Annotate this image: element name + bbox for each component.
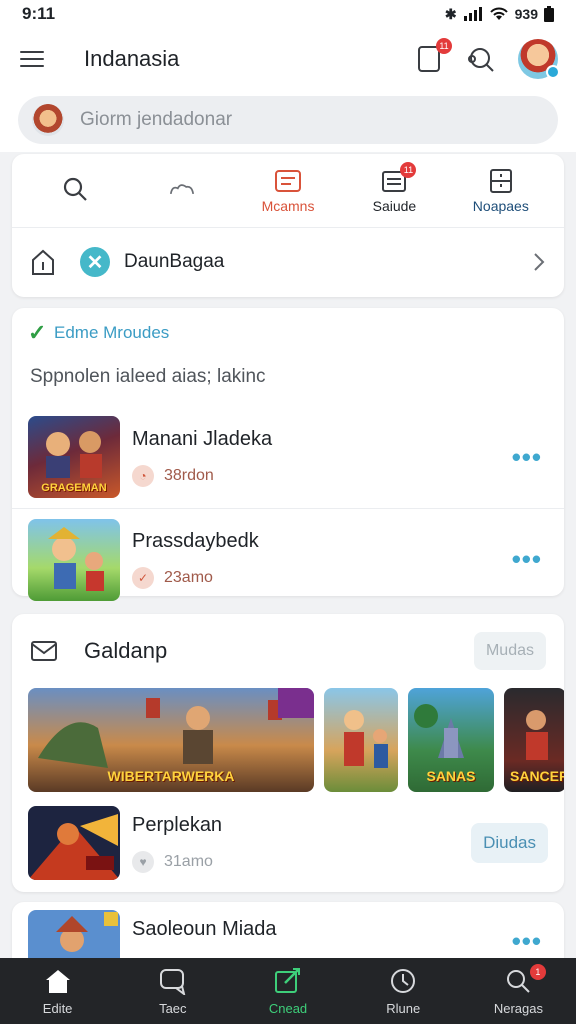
shortcut-label: DaunBagaa	[124, 251, 225, 272]
nav-item-mcamns[interactable]: Mcamns	[235, 168, 341, 214]
search-avatar	[32, 104, 64, 136]
gallery-more-button[interactable]: Mudas	[473, 632, 546, 670]
bottom-nav-neragas[interactable]: 1 Neragas	[461, 958, 576, 1024]
gallery-carousel[interactable]: WIBERTARWERKA SANAS SANCER	[12, 688, 564, 792]
heart-icon: ♥	[132, 850, 154, 873]
more-options-icon[interactable]: •••	[506, 926, 548, 957]
home-outline-icon	[32, 249, 54, 275]
list-item[interactable]: Perplekan ♥ 31amo Diudas	[12, 796, 564, 890]
search-placeholder: Giorm jendadonar	[80, 109, 233, 130]
user-avatar[interactable]	[518, 39, 560, 79]
bottom-nav-cnead[interactable]: Cnead	[230, 958, 345, 1024]
nav-item-search[interactable]	[22, 176, 128, 206]
saiude-badge: 11	[400, 161, 417, 178]
game-thumbnail	[28, 806, 120, 880]
quick-nav-row: Mcamns 11 Saiude Noapaes	[12, 154, 564, 228]
gallery-tile[interactable]	[324, 688, 398, 792]
cloud-icon	[169, 183, 194, 194]
compose-icon	[275, 967, 300, 993]
bottom-nav-edite[interactable]: Edite	[0, 958, 115, 1024]
bluetooth-icon: ✱	[444, 5, 457, 22]
item-title: Manani Jladeka	[132, 427, 273, 450]
gallery-title: Galdanp	[84, 638, 168, 663]
notifications-button[interactable]: 11	[414, 38, 452, 74]
search-icon	[507, 969, 531, 993]
item-title: Saoleoun Miada	[132, 918, 277, 940]
item-action-button[interactable]: Diudas	[471, 823, 548, 863]
gallery-tile[interactable]: WIBERTARWERKA	[28, 688, 314, 792]
nav-label-mcamns: Mcamns	[261, 197, 315, 214]
list-item[interactable]: Prassdaybedk ✓ 23amo •••	[12, 508, 564, 610]
status-time: 9:11	[22, 4, 56, 23]
section-subtitle: Sppnolen ialeed aias; lakinc	[30, 366, 266, 387]
check-circle-icon: ✓	[132, 567, 154, 589]
people-search-icon	[468, 48, 494, 72]
gallery-tile[interactable]: SANAS	[408, 688, 494, 792]
nav-item-cloud[interactable]	[128, 176, 234, 206]
nav-item-saiude[interactable]: 11 Saiude	[341, 161, 447, 214]
signal-icon	[463, 7, 482, 21]
more-options-icon[interactable]: •••	[506, 442, 548, 473]
chevron-right-icon	[534, 253, 545, 271]
tile-caption: SANAS	[426, 768, 476, 784]
game-thumbnail	[28, 518, 120, 601]
home-icon	[45, 969, 70, 993]
neragas-badge: 1	[529, 964, 546, 980]
close-circle-icon: ✕	[80, 247, 110, 277]
chat-icon	[159, 968, 186, 995]
archive-icon	[489, 168, 512, 193]
bottom-navigation: Edite Taec Cnead Rlune 1 Neragas	[0, 958, 576, 1024]
item-meta: 31amo	[164, 852, 213, 870]
mroudes-card: ✓ Edme Mroudes Sppnolen ialeed aias; lak…	[12, 308, 564, 601]
clock-icon	[391, 968, 416, 993]
page-title: Indanasia	[84, 46, 180, 71]
item-title: Prassdaybedk	[132, 530, 259, 552]
online-indicator	[546, 65, 560, 79]
tile-caption: WIBERTARWERKA	[107, 768, 235, 784]
status-icons: ✱ 939	[445, 6, 554, 23]
section-title: Edme Mroudes	[54, 323, 170, 342]
nav-label-saiude: Saiude	[372, 197, 417, 214]
tile-caption: SANCER	[510, 768, 564, 784]
app-header: Indanasia 11	[0, 28, 576, 90]
search-people-button[interactable]	[466, 44, 496, 74]
nav-item-noapaes[interactable]: Noapaes	[448, 168, 554, 214]
gallery-tile[interactable]: SANCER	[504, 688, 564, 792]
battery-percent: 939	[514, 6, 538, 22]
item-meta: 23amo	[164, 569, 213, 586]
nav-label-noapaes: Noapaes	[472, 197, 529, 214]
bottom-nav-rlune[interactable]: Rlune	[346, 958, 461, 1024]
search-icon	[64, 177, 87, 201]
game-thumbnail: GRAGEMAN	[28, 416, 120, 498]
thumbnail-caption: GRAGEMAN	[41, 482, 107, 494]
item-meta: 38rdon	[164, 466, 214, 484]
search-section: Giorm jendadonar	[0, 90, 576, 152]
item-title: Perplekan	[132, 813, 223, 836]
wifi-icon	[489, 7, 508, 20]
search-input[interactable]: Giorm jendadonar	[18, 96, 558, 144]
gallery-card: Galdanp Mudas WIBERTARWERKA SANAS SANCER…	[12, 614, 564, 892]
list-item[interactable]: GRAGEMAN Manani Jladeka ◔ 38rdon •••	[12, 406, 564, 508]
clock-icon: ◔	[132, 464, 154, 487]
shortcut-row[interactable]: ✕ DaunBagaa	[12, 228, 564, 296]
inbox-icon	[275, 169, 302, 192]
status-bar: 9:11 ✱ 939	[0, 0, 576, 28]
battery-icon	[544, 6, 554, 22]
notifications-badge: 11	[436, 38, 452, 54]
more-options-icon[interactable]: •••	[506, 544, 548, 575]
hamburger-menu-icon[interactable]	[18, 48, 46, 70]
bottom-nav-taec[interactable]: Taec	[115, 958, 230, 1024]
checkmark-icon: ✓	[28, 320, 47, 345]
quick-nav-card: Mcamns 11 Saiude Noapaes ✕ DaunBagaa	[12, 154, 564, 297]
mail-icon	[31, 641, 57, 661]
